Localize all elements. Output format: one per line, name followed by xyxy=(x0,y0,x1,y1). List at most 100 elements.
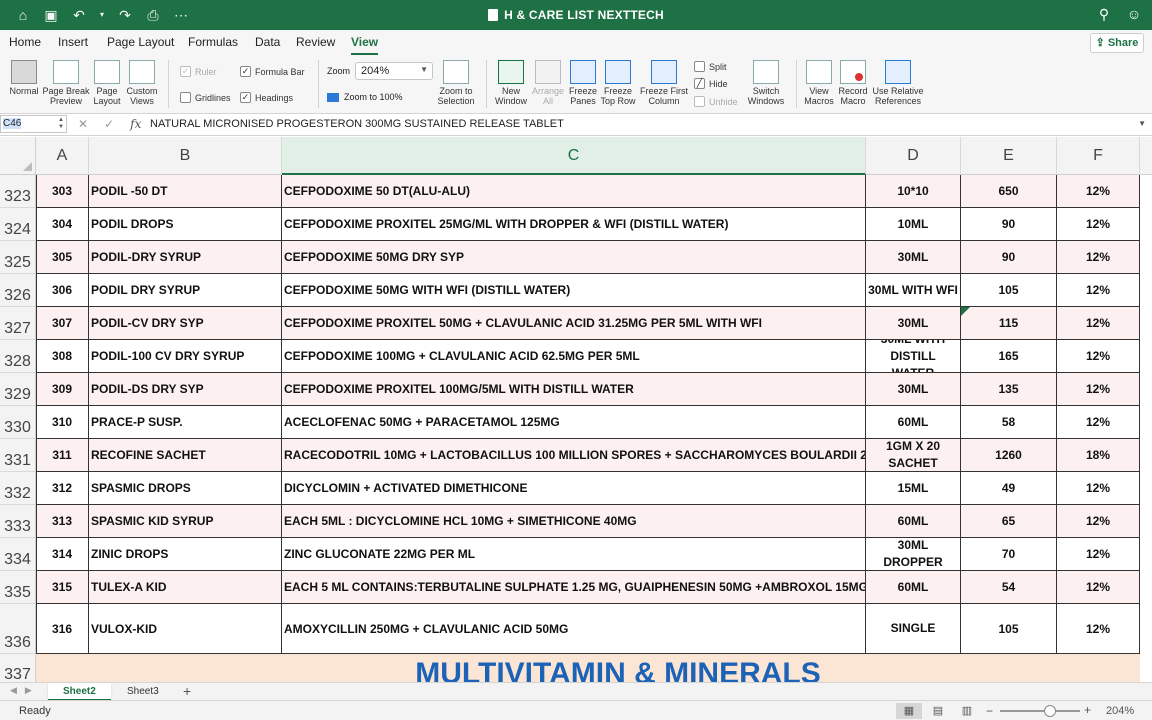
cell-b[interactable]: PODIL-CV DRY SYP xyxy=(89,307,282,339)
cell-d[interactable]: 60ML xyxy=(866,505,961,537)
row-header[interactable]: 330 xyxy=(0,406,36,439)
freeze-first-column-button[interactable]: Freeze First Column xyxy=(638,60,690,106)
cell-c[interactable]: ZINC GLUCONATE 22MG PER ML xyxy=(282,538,866,570)
cell-f[interactable]: 12% xyxy=(1057,505,1140,537)
formula-input[interactable]: NATURAL MICRONISED PROGESTERON 300MG SUS… xyxy=(150,118,564,130)
cell-a[interactable]: 315 xyxy=(36,571,89,603)
cell-d[interactable]: 30ML xyxy=(866,373,961,405)
zoom-slider-handle[interactable] xyxy=(1044,705,1056,717)
tab-data[interactable]: Data xyxy=(255,35,280,49)
split-button[interactable]: Split xyxy=(694,61,727,72)
row-header[interactable]: 336 xyxy=(0,604,36,654)
function-icon[interactable]: fx xyxy=(130,117,141,131)
cell-e[interactable]: 135 xyxy=(961,373,1057,405)
view-macros-button[interactable]: View Macros xyxy=(803,60,835,106)
expand-formula-icon[interactable]: ▼ xyxy=(1138,119,1146,128)
row-header[interactable]: 325 xyxy=(0,241,36,274)
smiley-icon[interactable]: ☺ xyxy=(1126,6,1142,22)
normal-view-button[interactable]: Normal xyxy=(8,60,40,96)
page-break-preview-button[interactable]: Page Break Preview xyxy=(42,60,90,106)
record-macro-button[interactable]: Record Macro xyxy=(837,60,869,106)
cell-e[interactable]: 105 xyxy=(961,274,1057,306)
cell-f[interactable]: 12% xyxy=(1057,571,1140,603)
cell-d[interactable]: 60ML xyxy=(866,406,961,438)
cell-c[interactable]: AMOXYCILLIN 250MG + CLAVULANIC ACID 50MG xyxy=(282,604,866,653)
cell-e[interactable]: 115 xyxy=(961,307,1057,339)
cell-f[interactable]: 12% xyxy=(1057,340,1140,372)
cell-c[interactable]: CEFPODOXIME 50MG DRY SYP xyxy=(282,241,866,273)
cell-c[interactable]: RACECODOTRIL 10MG + LACTOBACILLUS 100 MI… xyxy=(282,439,866,471)
zoom-slider[interactable] xyxy=(1000,705,1080,717)
row-header[interactable]: 331 xyxy=(0,439,36,472)
cell-a[interactable]: 307 xyxy=(36,307,89,339)
cell-f[interactable]: 12% xyxy=(1057,175,1140,207)
cell-f[interactable]: 12% xyxy=(1057,274,1140,306)
page-layout-view-button[interactable]: Page Layout xyxy=(92,60,122,106)
cell-b[interactable]: PODIL-DRY SYRUP xyxy=(89,241,282,273)
cell-d[interactable]: 10ML xyxy=(866,208,961,240)
cell-c[interactable]: CEFPODOXIME PROXITEL 25MG/ML WITH DROPPE… xyxy=(282,208,866,240)
cancel-icon[interactable]: ✕ xyxy=(78,117,88,131)
page-break-icon[interactable]: ▥ xyxy=(954,703,980,719)
column-header-e[interactable]: E xyxy=(961,137,1057,175)
cell-a[interactable]: 311 xyxy=(36,439,89,471)
cell-c[interactable]: DICYCLOMIN + ACTIVATED DIMETHICONE xyxy=(282,472,866,504)
cell-f[interactable]: 12% xyxy=(1057,241,1140,273)
cell-e[interactable]: 650 xyxy=(961,175,1057,207)
switch-windows-button[interactable]: Switch Windows xyxy=(746,60,786,106)
cell-b[interactable]: PODIL -50 DT xyxy=(89,175,282,207)
row-header[interactable]: 326 xyxy=(0,274,36,307)
cell-c[interactable]: ACECLOFENAC 50MG + PARACETAMOL 125MG xyxy=(282,406,866,438)
tab-view[interactable]: View xyxy=(351,35,379,55)
tab-insert[interactable]: Insert xyxy=(58,35,88,49)
hide-button[interactable]: ╱ Hide xyxy=(694,78,728,89)
cell-d[interactable]: 10*10 xyxy=(866,175,961,207)
cell-e[interactable]: 65 xyxy=(961,505,1057,537)
cell-d[interactable]: 1GM X 20 SACHET xyxy=(866,439,961,471)
cell-d[interactable]: 30ML WITH DISTILL WATER xyxy=(866,340,961,372)
cell-a[interactable]: 309 xyxy=(36,373,89,405)
cell-f[interactable]: 18% xyxy=(1057,439,1140,471)
cell-a[interactable]: 308 xyxy=(36,340,89,372)
new-window-button[interactable]: New Window xyxy=(494,60,528,106)
cell-d[interactable]: 30ML WITH WFI xyxy=(866,274,961,306)
column-header-g[interactable] xyxy=(1140,137,1152,175)
confirm-icon[interactable]: ✓ xyxy=(104,117,114,131)
cell-b[interactable]: PODIL DRY SYRUP xyxy=(89,274,282,306)
tab-home[interactable]: Home xyxy=(9,35,41,49)
cell-b[interactable]: PODIL DROPS xyxy=(89,208,282,240)
cell-e[interactable]: 1260 xyxy=(961,439,1057,471)
cell-a[interactable]: 304 xyxy=(36,208,89,240)
spreadsheet-grid[interactable]: A B C D E F 323 303 PODIL -50 DT CEFPODOXIM… xyxy=(0,137,1152,682)
cell-c[interactable]: CEFPODOXIME PROXITEL 100MG/5ML WITH DIST… xyxy=(282,373,866,405)
cell-e[interactable]: 54 xyxy=(961,571,1057,603)
section-heading-row[interactable]: MULTIVITAMIN & MINERALS xyxy=(36,654,1140,682)
normal-view-icon[interactable]: ▦ xyxy=(896,703,922,719)
row-header[interactable]: 334 xyxy=(0,538,36,571)
column-header-f[interactable]: F xyxy=(1057,137,1140,175)
cell-b[interactable]: VULOX-KID xyxy=(89,604,282,653)
error-indicator-icon[interactable] xyxy=(961,307,970,316)
row-header[interactable]: 323 xyxy=(0,175,36,208)
cell-e[interactable]: 90 xyxy=(961,241,1057,273)
row-header[interactable]: 337 xyxy=(0,654,36,682)
cell-a[interactable]: 314 xyxy=(36,538,89,570)
cell-e[interactable]: 90 xyxy=(961,208,1057,240)
search-icon[interactable]: ⚲ xyxy=(1096,6,1112,22)
tab-formulas[interactable]: Formulas xyxy=(188,35,238,49)
cell-f[interactable]: 12% xyxy=(1057,373,1140,405)
cell-b[interactable]: TULEX-A KID xyxy=(89,571,282,603)
cell-a[interactable]: 310 xyxy=(36,406,89,438)
cell-a[interactable]: 305 xyxy=(36,241,89,273)
cell-d[interactable]: 30ML xyxy=(866,241,961,273)
cell-a[interactable]: 316 xyxy=(36,604,89,653)
cell-f[interactable]: 12% xyxy=(1057,538,1140,570)
sheet-nav-arrows-icon[interactable]: ◀▶ xyxy=(10,685,40,696)
cell-d[interactable]: SINGLE xyxy=(866,604,961,653)
cell-a[interactable]: 306 xyxy=(36,274,89,306)
zoom-out-icon[interactable]: − xyxy=(986,704,993,718)
cell-d[interactable]: 15ML xyxy=(866,472,961,504)
cell-b[interactable]: RECOFINE SACHET xyxy=(89,439,282,471)
cell-b[interactable]: PRACE-P SUSP. xyxy=(89,406,282,438)
row-header[interactable]: 335 xyxy=(0,571,36,604)
